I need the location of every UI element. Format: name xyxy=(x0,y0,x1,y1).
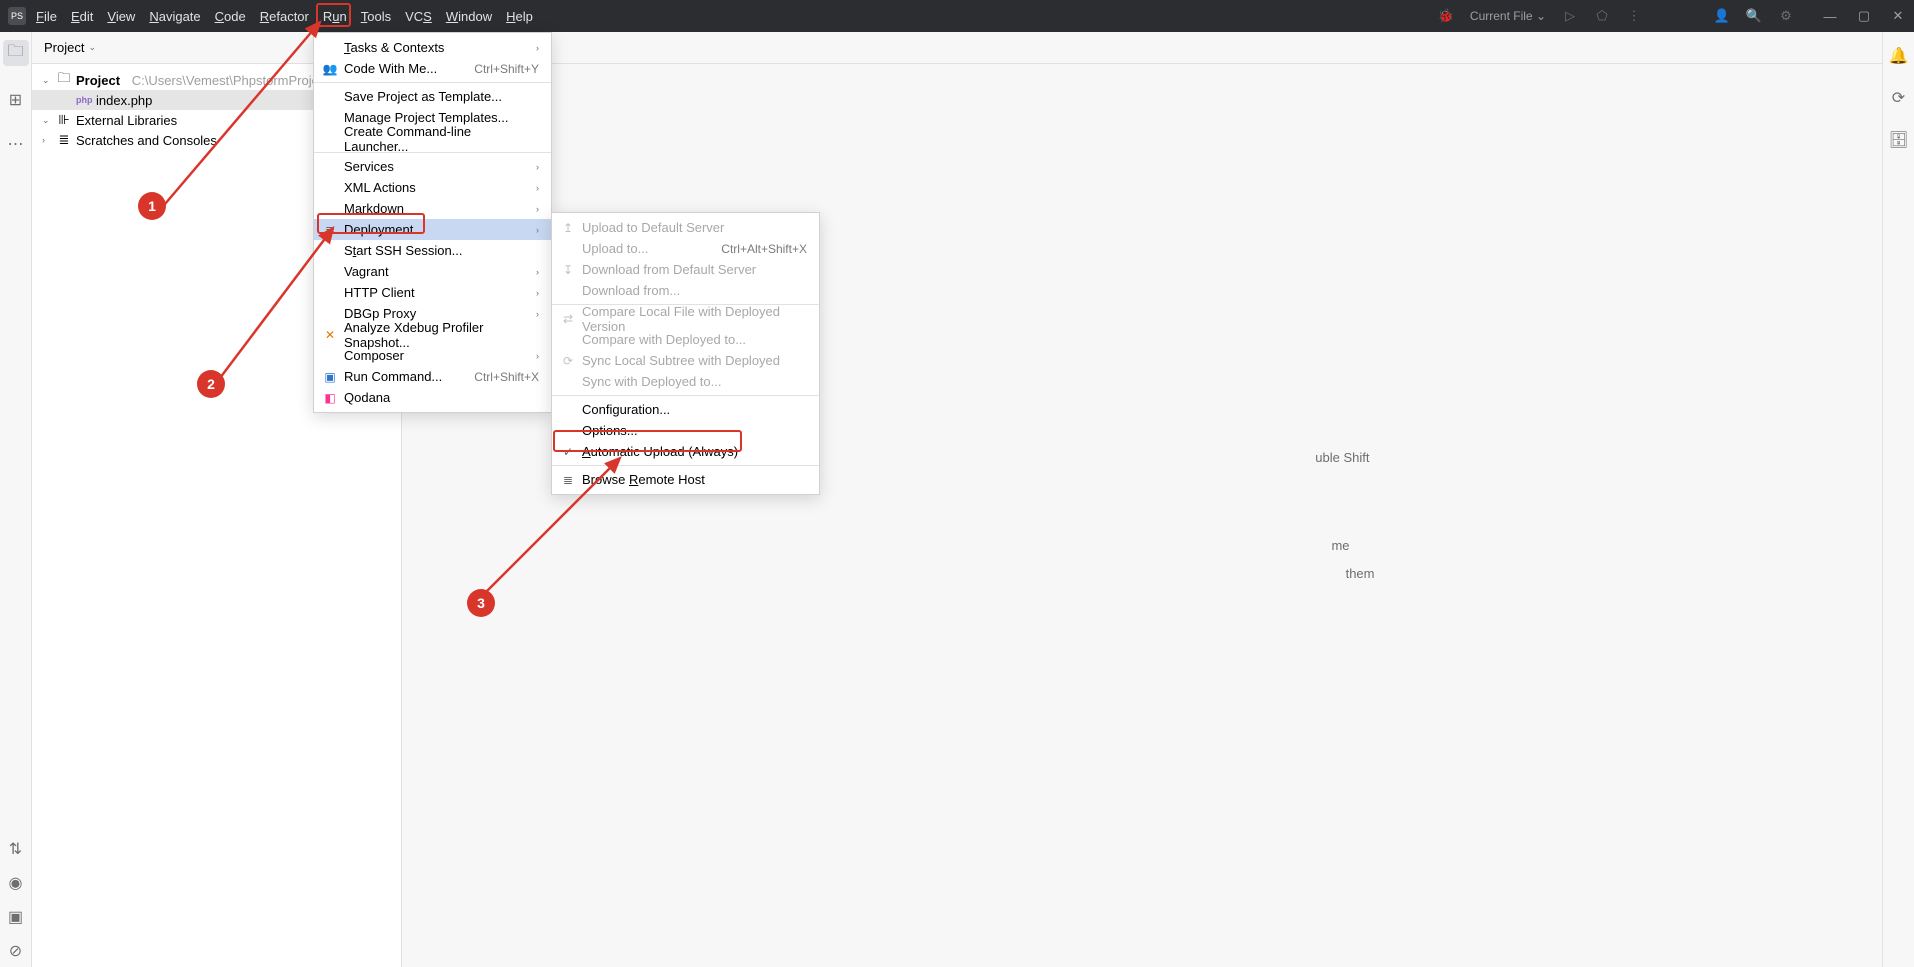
menu-item-sync-with: Sync with Deployed to... xyxy=(552,371,819,392)
menu-run[interactable]: Run xyxy=(323,9,347,24)
annotation-2: 2 xyxy=(197,370,225,398)
menu-edit[interactable]: Edit xyxy=(71,9,93,24)
menu-view[interactable]: View xyxy=(107,9,135,24)
tree-project-path: C:\Users\Vemest\PhpstormProjects\ xyxy=(132,73,339,88)
menubar-items: File Edit View Navigate Code Refactor Ru… xyxy=(36,9,533,24)
menu-window[interactable]: Window xyxy=(446,9,492,24)
maximize-icon[interactable]: ▢ xyxy=(1856,8,1872,24)
menu-help[interactable]: Help xyxy=(506,9,533,24)
deployment-submenu: ↥Upload to Default Server Upload to...Ct… xyxy=(551,212,820,495)
menu-code[interactable]: Code xyxy=(215,9,246,24)
menu-item-save-template[interactable]: Save Project as Template... xyxy=(314,86,551,107)
problems-icon[interactable]: ⊘ xyxy=(9,941,22,961)
menu-item-codewithme[interactable]: 👥Code With Me...Ctrl+Shift+Y xyxy=(314,58,551,79)
menu-item-browse-remote[interactable]: ≣Browse Remote Host xyxy=(552,469,819,490)
editor-hints: uble Shift me them xyxy=(910,444,1375,588)
tree-project-name: Project xyxy=(76,73,120,88)
notifications-icon[interactable]: 🔔 xyxy=(1889,46,1909,66)
menu-item-cmdline-launcher[interactable]: Create Command-line Launcher... xyxy=(314,128,551,149)
search-icon[interactable]: 🔍 xyxy=(1746,8,1762,24)
menu-item-http-client[interactable]: HTTP Client› xyxy=(314,282,551,303)
structure-tool-icon[interactable]: ⊞ xyxy=(9,90,22,110)
menu-item-upload-to: Upload to...Ctrl+Alt+Shift+X xyxy=(552,238,819,259)
run-icon[interactable]: ▷ xyxy=(1562,8,1578,24)
menu-vcs[interactable]: VCS xyxy=(405,9,432,24)
project-panel-title: Project xyxy=(44,40,84,55)
menu-item-ssh[interactable]: Start SSH Session... xyxy=(314,240,551,261)
tree-file-label: index.php xyxy=(96,93,152,108)
menu-item-services[interactable]: Services› xyxy=(314,156,551,177)
menu-item-markdown[interactable]: Markdown› xyxy=(314,198,551,219)
menu-navigate[interactable]: Navigate xyxy=(149,9,200,24)
menu-tools[interactable]: Tools xyxy=(361,9,391,24)
right-tool-gutter: 🔔 ⟳ 🗄 xyxy=(1882,32,1914,967)
menu-item-qodana[interactable]: ◧Qodana xyxy=(314,387,551,408)
menu-item-download-default: ↧Download from Default Server xyxy=(552,259,819,280)
left-tool-gutter: 🗀 ⊞ ⋯ ⇅ ◉ ▣ ⊘ xyxy=(0,32,32,967)
services-icon[interactable]: ◉ xyxy=(9,873,23,893)
editor-area: uble Shift me them xyxy=(402,64,1882,967)
menu-refactor[interactable]: Refactor xyxy=(260,9,309,24)
menu-item-vagrant[interactable]: Vagrant› xyxy=(314,261,551,282)
sort-icon[interactable]: ⇅ xyxy=(9,839,22,859)
menu-item-compare-with: Compare with Deployed to... xyxy=(552,329,819,350)
settings-icon[interactable]: ⚙ xyxy=(1778,8,1794,24)
menu-item-auto-upload[interactable]: ✓Automatic Upload (Always) xyxy=(552,441,819,462)
run-config-selector[interactable]: Current File ⌄ xyxy=(1470,9,1546,23)
chevron-down-icon: ⌄ xyxy=(88,42,96,53)
database-icon[interactable]: 🗄 xyxy=(1888,130,1908,150)
menu-item-options[interactable]: Options... xyxy=(552,420,819,441)
menubar-right: 🐞 Current File ⌄ ▷ ⬠ ⋮ 👤 🔍 ⚙ — ▢ ✕ xyxy=(1438,8,1906,24)
menu-item-sync-local: ⟳Sync Local Subtree with Deployed xyxy=(552,350,819,371)
ai-icon[interactable]: ⟳ xyxy=(1892,88,1905,108)
menu-item-deployment[interactable]: ≣Deployment› xyxy=(314,219,551,240)
account-icon[interactable]: 👤 xyxy=(1714,8,1730,24)
menu-item-download-from: Download from... xyxy=(552,280,819,301)
menu-item-tasks[interactable]: Tasks & Contexts› xyxy=(314,37,551,58)
terminal-icon[interactable]: ▣ xyxy=(8,907,23,927)
menu-file[interactable]: File xyxy=(36,9,57,24)
project-panel-header[interactable]: Project ⌄ xyxy=(32,32,1882,64)
menu-item-configuration[interactable]: Configuration... xyxy=(552,399,819,420)
annotation-1: 1 xyxy=(138,192,166,220)
menu-item-xdebug[interactable]: ✕Analyze Xdebug Profiler Snapshot... xyxy=(314,324,551,345)
menu-item-xml[interactable]: XML Actions› xyxy=(314,177,551,198)
menu-item-compare-local: ⇄Compare Local File with Deployed Versio… xyxy=(552,308,819,329)
bug-icon[interactable]: 🐞 xyxy=(1438,8,1454,24)
debug-icon[interactable]: ⬠ xyxy=(1594,8,1610,24)
main-menubar: PS File Edit View Navigate Code Refactor… xyxy=(0,0,1914,32)
project-tool-button[interactable]: 🗀 xyxy=(3,40,29,66)
tools-menu: Tasks & Contexts› 👥Code With Me...Ctrl+S… xyxy=(313,32,552,413)
close-icon[interactable]: ✕ xyxy=(1890,8,1906,24)
more-icon[interactable]: ⋮ xyxy=(1626,8,1642,24)
menu-item-upload-default: ↥Upload to Default Server xyxy=(552,217,819,238)
app-icon: PS xyxy=(8,7,26,25)
more-tool-icon[interactable]: ⋯ xyxy=(8,134,24,154)
menu-item-run-command[interactable]: ▣Run Command...Ctrl+Shift+X xyxy=(314,366,551,387)
annotation-3: 3 xyxy=(467,589,495,617)
minimize-icon[interactable]: — xyxy=(1822,8,1838,24)
